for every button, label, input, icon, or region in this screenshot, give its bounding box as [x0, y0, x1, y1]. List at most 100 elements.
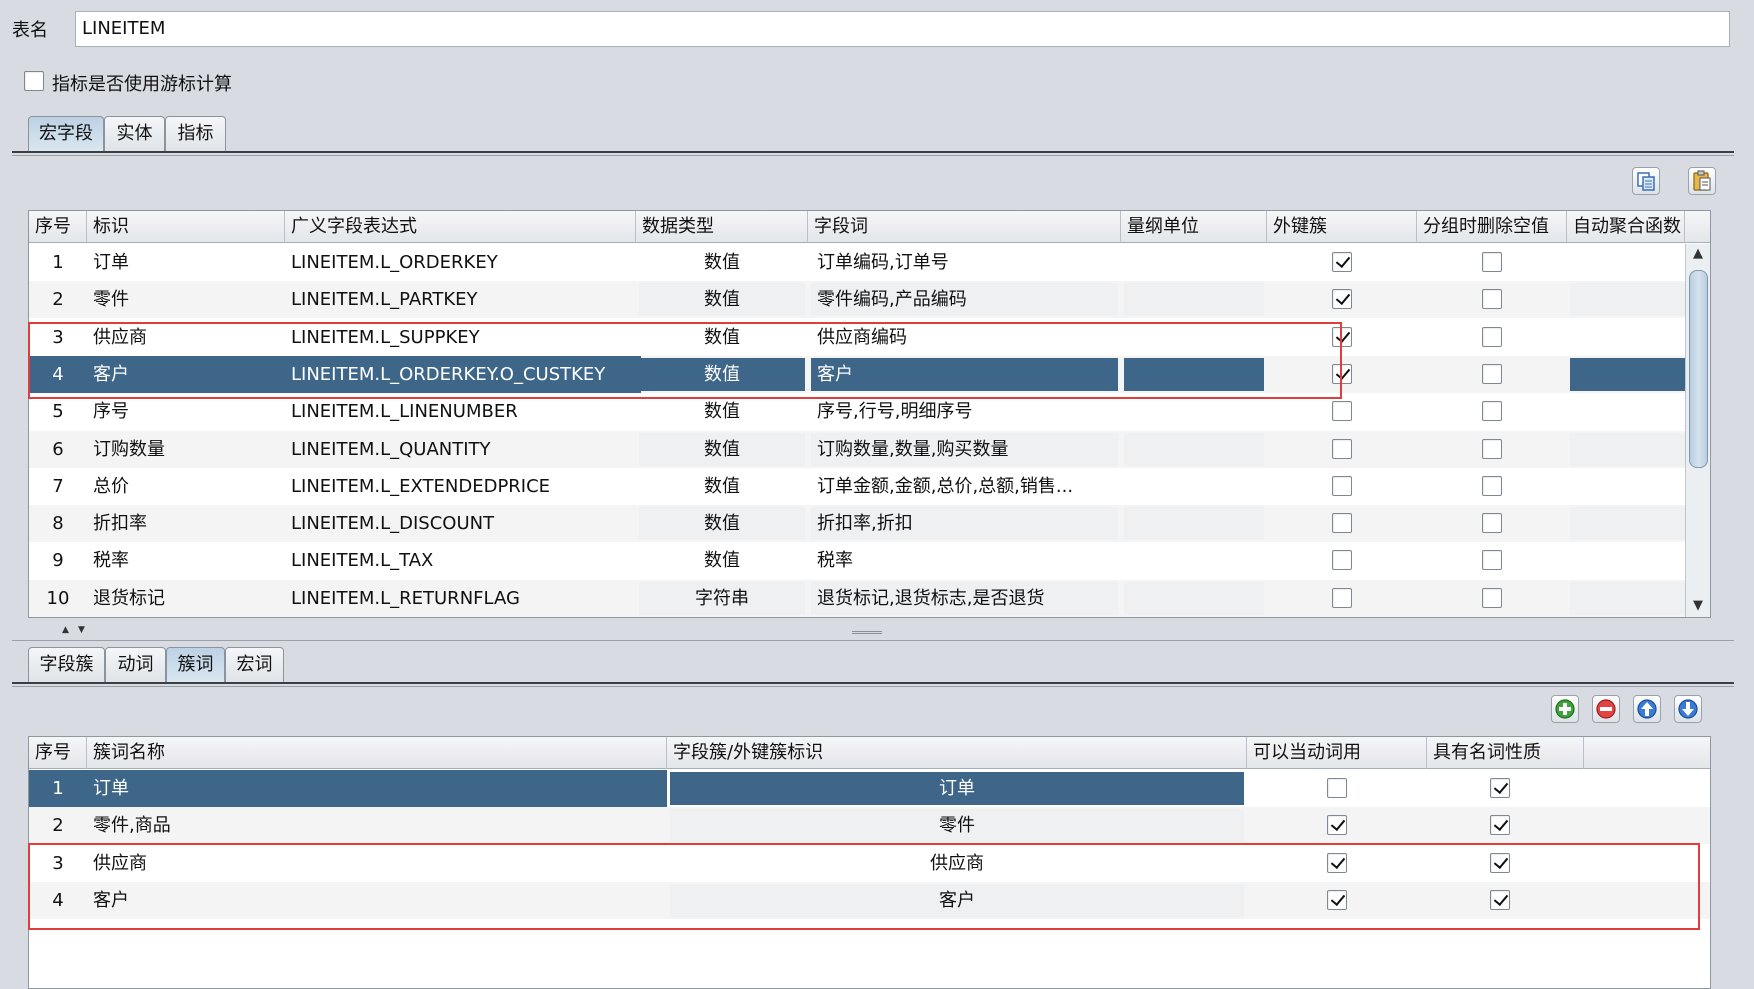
top-del_null-checkbox[interactable]: [1482, 587, 1502, 608]
bottom-header-as_verb[interactable]: 可以当动词用: [1247, 737, 1427, 769]
bottom-header-noun[interactable]: 具有名词性质: [1427, 737, 1584, 769]
top-del_null-checkbox[interactable]: [1482, 438, 1502, 459]
table-name-label: 表名: [12, 20, 48, 41]
table-row[interactable]: 6 订购数量 LINEITEM.L_QUANTITY 数值 订购数量,数量,购买数量: [29, 430, 1704, 468]
top-cell-unit: [1124, 283, 1264, 317]
table-row[interactable]: 8 折扣率 LINEITEM.L_DISCOUNT 数值 折扣率,折扣: [29, 505, 1704, 543]
bottom-cell-name: 订单: [93, 778, 129, 799]
top-cell-unit: [1124, 581, 1264, 615]
table-row[interactable]: 2 零件,商品 零件: [29, 807, 1710, 845]
top-header-unit[interactable]: 量纲单位: [1121, 211, 1267, 243]
scroll-up-arrow-icon[interactable]: ▲: [1693, 246, 1703, 261]
top-cell-no: 9: [52, 550, 64, 572]
table-name-input[interactable]: LINEITEM: [75, 11, 1730, 47]
top-cell-no: 6: [52, 438, 64, 460]
top-cell-words: 订购数量,数量,购买数量: [811, 432, 1118, 466]
top-cell-agg: [1570, 246, 1704, 279]
top-cell-expr: LINEITEM.L_DISCOUNT: [291, 513, 495, 535]
top-cell-unit: [1124, 507, 1264, 541]
cursor-calc-checkbox[interactable]: [24, 71, 44, 91]
move-up-button[interactable]: [1633, 695, 1661, 723]
top-del_null-checkbox[interactable]: [1482, 513, 1502, 534]
top-fk-checkbox[interactable]: [1332, 587, 1352, 608]
paste-button[interactable]: [1688, 167, 1716, 195]
top-del_null-checkbox[interactable]: [1482, 550, 1502, 571]
bottom-as_verb-checkbox[interactable]: [1327, 778, 1347, 798]
bottom-tab-3[interactable]: 宏词: [225, 647, 284, 683]
top-header-words[interactable]: 字段词: [808, 211, 1121, 243]
top-cell-id: 折扣率: [93, 513, 147, 535]
copy-button[interactable]: [1632, 167, 1660, 195]
top-cell-words: 序号,行号,明细序号: [817, 401, 973, 423]
top-del_null-checkbox[interactable]: [1482, 363, 1502, 384]
top-fk-checkbox[interactable]: [1332, 289, 1352, 310]
top-tab-divider: [12, 151, 1734, 153]
top-cell-id: 税率: [93, 550, 129, 572]
split-down-arrow-icon[interactable]: ▼: [78, 625, 85, 635]
top-cell-type: 数值: [704, 550, 740, 572]
bottom-noun-checkbox[interactable]: [1490, 815, 1510, 836]
top-fk-checkbox[interactable]: [1332, 475, 1352, 496]
move-down-button[interactable]: [1674, 695, 1702, 723]
top-header-fk[interactable]: 外键簇: [1267, 211, 1417, 243]
top-header-del_null[interactable]: 分组时删除空值: [1417, 211, 1567, 243]
top-header-agg[interactable]: 自动聚合函数: [1567, 211, 1685, 243]
top-cell-agg: [1570, 544, 1704, 577]
split-grip[interactable]: [852, 631, 882, 634]
add-button[interactable]: [1551, 695, 1579, 723]
table-row[interactable]: 9 税率 LINEITEM.L_TAX 数值 税率: [29, 542, 1685, 579]
top-cell-words: 订单金额,金额,总价,总额,销售...: [817, 475, 1074, 497]
top-fk-checkbox[interactable]: [1332, 513, 1352, 534]
top-tab-0[interactable]: 宏字段: [28, 116, 104, 152]
top-cell-words: 折扣率,折扣: [811, 507, 1118, 541]
bottom-as_verb-checkbox[interactable]: [1327, 815, 1347, 836]
table-row[interactable]: 2 零件 LINEITEM.L_PARTKEY 数值 零件编码,产品编码: [29, 281, 1704, 319]
top-fk-checkbox[interactable]: [1332, 550, 1352, 571]
split-pane-divider[interactable]: ▲ ▼: [12, 625, 1734, 639]
bottom-tab-2[interactable]: 簇词: [166, 647, 225, 683]
top-header-type[interactable]: 数据类型: [636, 211, 808, 243]
top-tab-2[interactable]: 指标: [165, 116, 226, 152]
top-cell-expr: LINEITEM.L_EXTENDEDPRICE: [291, 475, 551, 497]
top-header-id[interactable]: 标识: [87, 211, 285, 243]
top-header-no[interactable]: 序号: [29, 211, 87, 243]
bottom-cell-ident: 订单: [670, 772, 1244, 805]
top-cell-id: 订单: [93, 252, 129, 273]
top-cell-id: 总价: [93, 475, 129, 497]
top-del_null-checkbox[interactable]: [1482, 252, 1502, 272]
bottom-header-ident[interactable]: 字段簇/外键簇标识: [667, 737, 1247, 769]
table-row[interactable]: 1 订单 LINEITEM.L_ORDERKEY 数值 订单编码,订单号: [29, 244, 1685, 281]
bottom-tab-divider-shadow: [12, 686, 1734, 687]
top-del_null-checkbox[interactable]: [1482, 326, 1502, 347]
split-line: [12, 640, 1734, 641]
top-cell-unit: [1124, 470, 1264, 503]
bottom-tab-0[interactable]: 字段簇: [28, 647, 105, 683]
top-cell-unit: [1124, 432, 1264, 466]
top-del_null-checkbox[interactable]: [1482, 401, 1502, 422]
top-cell-type: 数值: [704, 401, 740, 423]
split-up-arrow-icon[interactable]: ▲: [62, 625, 69, 635]
top-header-expr[interactable]: 广义字段表达式: [285, 211, 636, 243]
scroll-down-arrow-icon[interactable]: ▼: [1693, 598, 1703, 613]
top-fk-checkbox[interactable]: [1332, 401, 1352, 422]
bottom-cell-no: 2: [52, 815, 64, 837]
table-row[interactable]: 7 总价 LINEITEM.L_EXTENDEDPRICE 数值 订单金额,金额,总价,…: [29, 468, 1685, 505]
top-tab-1[interactable]: 实体: [104, 116, 165, 152]
macro-field-scrollbar[interactable]: ▲ ▼: [1685, 244, 1710, 617]
remove-button[interactable]: [1592, 695, 1620, 723]
table-row[interactable]: 1 订单 订单: [29, 770, 1710, 807]
scrollbar-thumb[interactable]: [1689, 270, 1708, 468]
top-cell-agg: [1570, 470, 1704, 503]
top-cell-expr: LINEITEM.L_PARTKEY: [291, 289, 478, 311]
table-row[interactable]: 10 退货标记 LINEITEM.L_RETURNFLAG 字符串 退货标记,退货标志,…: [29, 579, 1704, 617]
top-del_null-checkbox[interactable]: [1482, 475, 1502, 496]
bottom-tab-1[interactable]: 动词: [105, 647, 166, 683]
top-tab-divider-shadow: [12, 155, 1734, 156]
top-fk-checkbox[interactable]: [1332, 252, 1352, 272]
bottom-header-no[interactable]: 序号: [29, 737, 87, 769]
top-del_null-checkbox[interactable]: [1482, 289, 1502, 310]
top-fk-checkbox[interactable]: [1332, 438, 1352, 459]
bottom-header-name[interactable]: 簇词名称: [87, 737, 667, 769]
top-cell-words: 订单编码,订单号: [817, 252, 949, 273]
bottom-noun-checkbox[interactable]: [1490, 778, 1510, 798]
